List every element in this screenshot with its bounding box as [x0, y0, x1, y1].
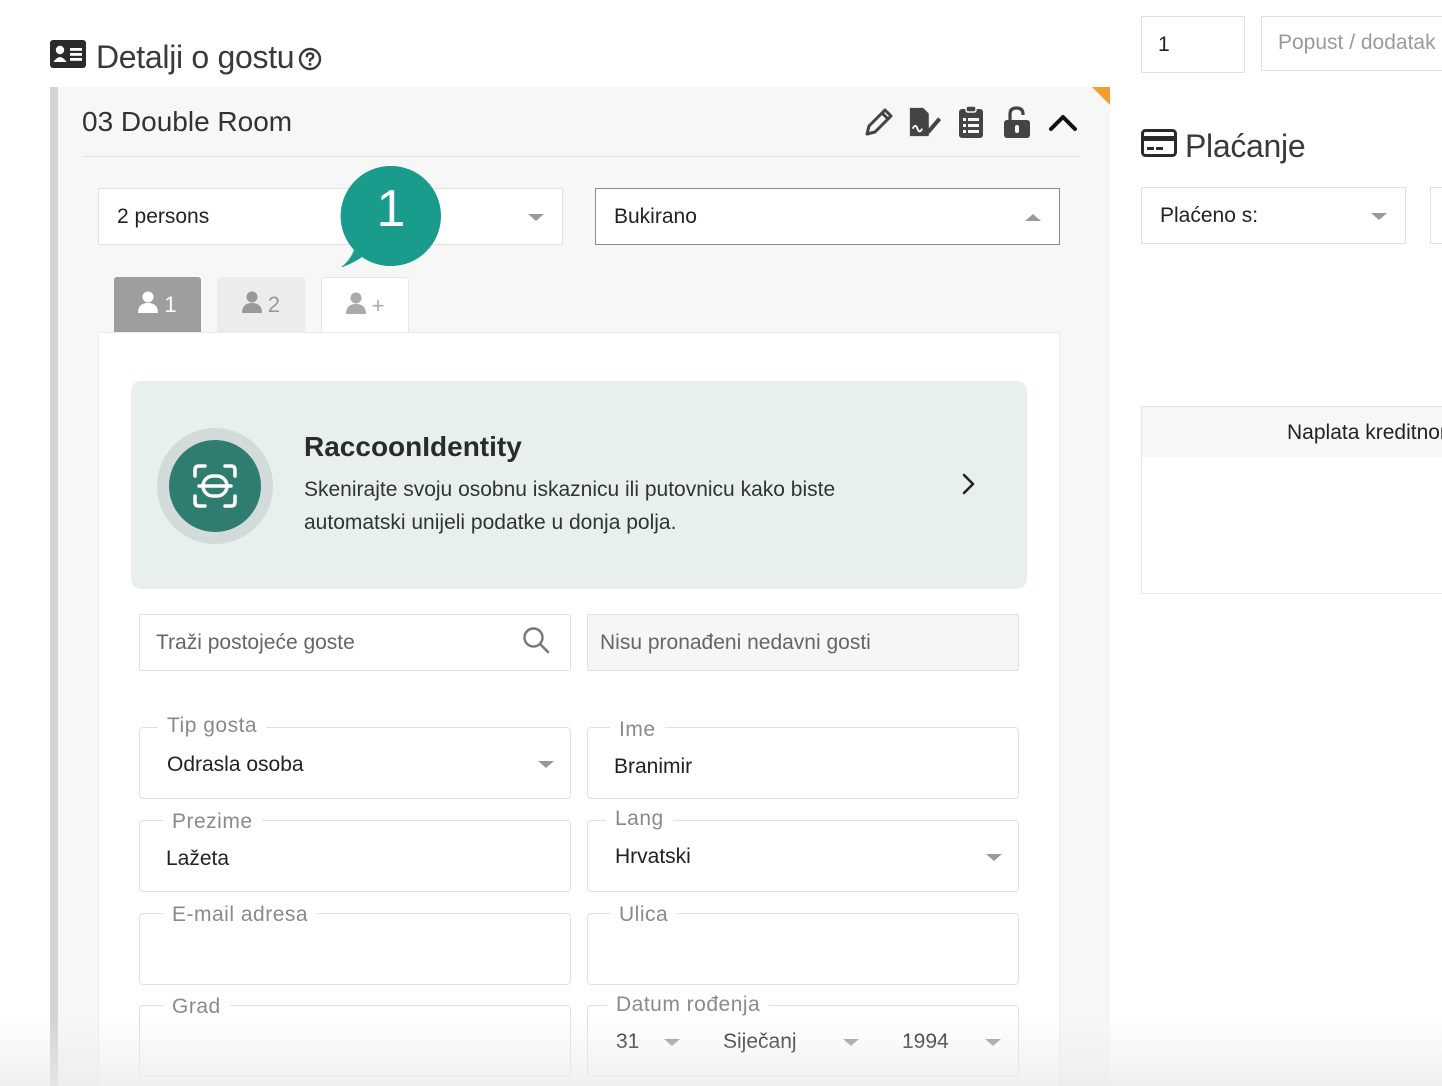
paid-with-value: Plaćeno s:: [1160, 203, 1259, 227]
last-name-field[interactable]: Prezime Lažeta: [139, 810, 571, 892]
guest-details-heading: Detalji o gostu: [50, 36, 322, 79]
recent-guests-select[interactable]: Nisu pronađeni nedavni gosti: [587, 614, 1019, 671]
tour-step-badge: 1: [340, 165, 442, 268]
scan-id-icon: [169, 440, 261, 532]
quantity-value: 1: [1158, 33, 1170, 56]
signature-icon[interactable]: [908, 103, 942, 141]
guest-tab-1[interactable]: 1: [114, 277, 201, 333]
user-icon: [241, 291, 262, 319]
street-field[interactable]: Ulica: [587, 903, 1019, 985]
chevron-right-icon[interactable]: [957, 471, 981, 497]
raccoon-identity-title: RaccoonIdentity: [304, 431, 522, 462]
chevron-down-icon: [1371, 212, 1387, 220]
chevron-down-icon: [985, 1039, 1001, 1046]
email-field[interactable]: E-mail adresa: [139, 903, 571, 985]
chevron-down-icon: [986, 854, 1002, 861]
payment-heading: Plaćanje: [1141, 128, 1306, 165]
unlock-icon[interactable]: [1000, 103, 1034, 141]
card-charge-header: Naplata kreditnom karticom: [1142, 407, 1442, 457]
dob-day-select[interactable]: 31: [616, 1030, 639, 1054]
status-select[interactable]: Bukirano: [595, 188, 1060, 245]
last-name-label: Prezime: [163, 810, 262, 834]
room-corner-marker: [1092, 87, 1110, 105]
persons-select-value: 2 persons: [117, 204, 210, 228]
room-header: 03 Double Room: [82, 87, 1080, 157]
tour-step-number: 1: [376, 180, 406, 238]
raccoon-identity-banner[interactable]: RaccoonIdentity Skenirajte svoju osobnu …: [131, 381, 1027, 589]
chevron-down-icon: [538, 761, 554, 768]
raccoon-identity-description: Skenirajte svoju osobnu iskaznicu ili pu…: [304, 478, 836, 534]
clipboard-icon[interactable]: [954, 103, 988, 141]
dob-month-select[interactable]: Siječanj: [723, 1030, 797, 1054]
payment-title: Plaćanje: [1185, 128, 1306, 164]
guest-details-title: Detalji o gostu: [96, 39, 295, 75]
first-name-label: Ime: [610, 718, 665, 742]
pencil-icon[interactable]: [862, 103, 896, 141]
payment-secondary-select[interactable]: [1430, 187, 1442, 244]
last-name-value: Lažeta: [166, 847, 230, 870]
language-value: Hrvatski: [615, 845, 691, 868]
guest-type-select[interactable]: Tip gosta Odrasla osoba: [139, 714, 571, 799]
user-icon: [345, 292, 366, 320]
room-title: 03 Double Room: [82, 105, 293, 137]
first-name-value: Branimir: [614, 755, 693, 778]
question-circle-icon[interactable]: [298, 42, 322, 79]
status-select-value: Bukirano: [614, 204, 697, 228]
city-field[interactable]: Grad: [139, 995, 571, 1077]
date-of-birth-field: Datum rođenja 31 Siječanj 1994: [587, 993, 1019, 1077]
guest-type-label: Tip gosta: [158, 714, 267, 738]
guest-search-input[interactable]: Traži postojeće goste: [139, 614, 571, 671]
language-select[interactable]: Lang Hrvatski: [587, 807, 1019, 892]
add-guest-tab[interactable]: +: [321, 277, 409, 333]
id-card-icon: [50, 39, 86, 76]
persons-select[interactable]: 2 persons: [98, 188, 563, 245]
city-label: Grad: [163, 995, 230, 1019]
chevron-down-icon: [664, 1039, 680, 1046]
credit-card-icon: [1141, 128, 1177, 165]
search-icon[interactable]: [522, 626, 550, 660]
email-label: E-mail adresa: [163, 903, 318, 927]
room-toolbar: [862, 103, 1080, 141]
street-label: Ulica: [610, 903, 678, 927]
card-charge-panel: Naplata kreditnom karticom: [1141, 406, 1442, 594]
paid-with-select[interactable]: Plaćeno s:: [1141, 187, 1406, 244]
dob-year-select[interactable]: 1994: [902, 1030, 949, 1054]
scan-icon-ring: [157, 428, 273, 544]
chevron-down-icon: [528, 213, 544, 221]
chevron-down-icon: [843, 1039, 859, 1046]
guest-search-placeholder: Traži postojeće goste: [156, 630, 355, 654]
discount-input[interactable]: Popust / dodatak: [1261, 16, 1442, 71]
recent-guests-text: Nisu pronađeni nedavni gosti: [600, 630, 871, 654]
user-icon: [138, 291, 159, 319]
first-name-field[interactable]: Ime Branimir: [587, 718, 1019, 799]
quantity-input[interactable]: 1: [1141, 16, 1245, 73]
discount-placeholder: Popust / dodatak: [1278, 31, 1436, 54]
date-of-birth-label: Datum rođenja: [607, 993, 770, 1017]
guest-tab-2[interactable]: 2: [217, 277, 305, 333]
guest-tab-label: 1: [164, 292, 177, 317]
guest-type-value: Odrasla osoba: [167, 753, 304, 776]
language-label: Lang: [606, 807, 673, 831]
guest-tab-label: +: [371, 292, 385, 318]
chevron-up-icon: [1025, 213, 1041, 221]
chevron-up-icon[interactable]: [1046, 103, 1080, 141]
guest-tab-label: 2: [267, 292, 281, 317]
